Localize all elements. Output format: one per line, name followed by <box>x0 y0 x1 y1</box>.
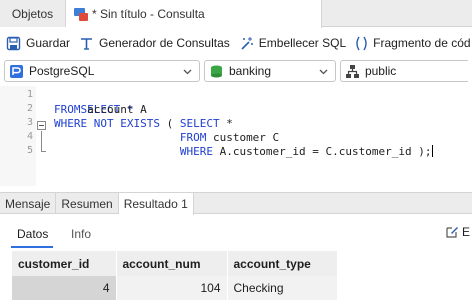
schema-select[interactable]: public <box>339 60 468 82</box>
grid-cell[interactable]: 4 <box>12 276 117 300</box>
postgresql-icon <box>10 64 23 78</box>
query-builder-button[interactable]: Generador de Consultas <box>79 36 230 51</box>
tab-query-label: * Sin título - Consulta <box>92 7 205 21</box>
query-builder-icon <box>81 37 93 50</box>
sql-text: * <box>219 117 233 130</box>
sql-text: A.customer_id = C.customer_id ); <box>212 145 432 158</box>
tab-result-1-label: Resultado 1 <box>123 197 188 211</box>
result-tab-bar: Mensaje Resumen Resultado 1 <box>0 192 472 215</box>
chevron-down-icon[interactable] <box>318 66 329 77</box>
connection-value: PostgreSQL <box>29 64 95 78</box>
save-icon <box>6 36 21 50</box>
snippet-button[interactable]: Fragmento de cód <box>355 36 471 51</box>
save-button[interactable]: Guardar <box>6 36 70 51</box>
sql-keyword: FROM <box>54 131 207 144</box>
sql-text: account A <box>80 103 147 116</box>
code-line-4: FROM customer C <box>54 131 279 145</box>
subtab-info[interactable]: Info <box>71 227 91 241</box>
line-number: 1 <box>26 89 33 100</box>
code-line-3: WHERE NOT EXISTS ( SELECT * <box>54 117 233 131</box>
code-line-5: WHERE A.customer_id = C.customer_id ); <box>54 145 433 159</box>
sql-keyword: SELECT <box>179 117 220 130</box>
tab-message[interactable]: Mensaje <box>0 193 57 214</box>
sql-editor[interactable]: 1 2 3 4 5 SELECT * FROM account A WHERE … <box>0 86 472 186</box>
column-header[interactable]: account_type <box>227 251 338 276</box>
text-cursor <box>431 145 433 157</box>
sql-keyword: FROM <box>54 103 81 116</box>
schema-value: public <box>364 64 397 78</box>
connection-select[interactable]: PostgreSQL <box>4 60 200 82</box>
chevron-down-icon[interactable] <box>182 66 193 77</box>
query-builder-label: Generador de Consultas <box>99 36 230 50</box>
result-grid: customer_id account_num account_type 4 1… <box>12 251 338 300</box>
context-selector-row: PostgreSQL banking public <box>0 58 472 84</box>
beautify-sql-button[interactable]: Embellecer SQL <box>239 36 346 51</box>
schema-icon <box>345 64 359 78</box>
tab-objects-label: Objetos <box>11 6 54 21</box>
line-number: 4 <box>26 131 33 142</box>
magic-wand-icon <box>241 36 253 50</box>
active-subtab-indicator <box>11 246 53 248</box>
edit-icon <box>446 227 458 238</box>
line-number: 5 <box>26 145 33 156</box>
fold-toggle[interactable] <box>37 121 46 130</box>
fold-guide <box>41 131 42 151</box>
code-line-2: FROM account A <box>54 103 147 117</box>
tab-message-label: Mensaje <box>5 196 51 211</box>
fold-guide-end <box>41 151 46 152</box>
tab-summary[interactable]: Resumen <box>56 193 119 214</box>
line-number: 3 <box>26 117 33 128</box>
sql-keyword: WHERE <box>54 145 213 158</box>
subtab-data[interactable]: Datos <box>17 227 48 241</box>
tab-result-1[interactable]: Resultado 1 <box>118 193 194 215</box>
tab-objects[interactable]: Objetos <box>0 0 66 27</box>
edit-label: E <box>462 225 471 239</box>
grid-cell[interactable]: Checking <box>227 276 338 300</box>
database-value: banking <box>228 64 272 78</box>
sql-text: customer C <box>206 131 280 144</box>
column-header[interactable]: customer_id <box>12 251 117 276</box>
parentheses-icon <box>356 36 367 50</box>
snippet-label: Fragmento de cód <box>373 36 471 50</box>
query-tab-icon <box>74 7 88 21</box>
table-row[interactable]: 4 104 Checking <box>12 276 338 300</box>
sql-keyword: WHERE NOT EXISTS <box>54 117 160 130</box>
document-tab-bar: Objetos * Sin título - Consulta <box>0 0 472 28</box>
database-icon <box>210 65 222 77</box>
grid-header-row: customer_id account_num account_type <box>12 251 338 276</box>
column-header[interactable]: account_num <box>116 251 228 276</box>
sql-text: ( <box>159 117 180 130</box>
grid-cell[interactable]: 104 <box>116 276 228 300</box>
save-label: Guardar <box>26 36 71 50</box>
edit-button[interactable]: E <box>445 225 470 239</box>
tab-query[interactable]: * Sin título - Consulta <box>66 0 322 28</box>
line-number-gutter: 1 2 3 4 5 <box>0 86 36 186</box>
database-select[interactable]: banking <box>203 60 336 82</box>
line-number: 2 <box>26 103 33 114</box>
tab-summary-label: Resumen <box>61 196 113 211</box>
beautify-sql-label: Embellecer SQL <box>258 36 347 50</box>
result-subtab-bar: Datos Info E <box>0 215 472 250</box>
query-toolbar: Guardar Generador de Consultas Embellece… <box>0 28 472 58</box>
